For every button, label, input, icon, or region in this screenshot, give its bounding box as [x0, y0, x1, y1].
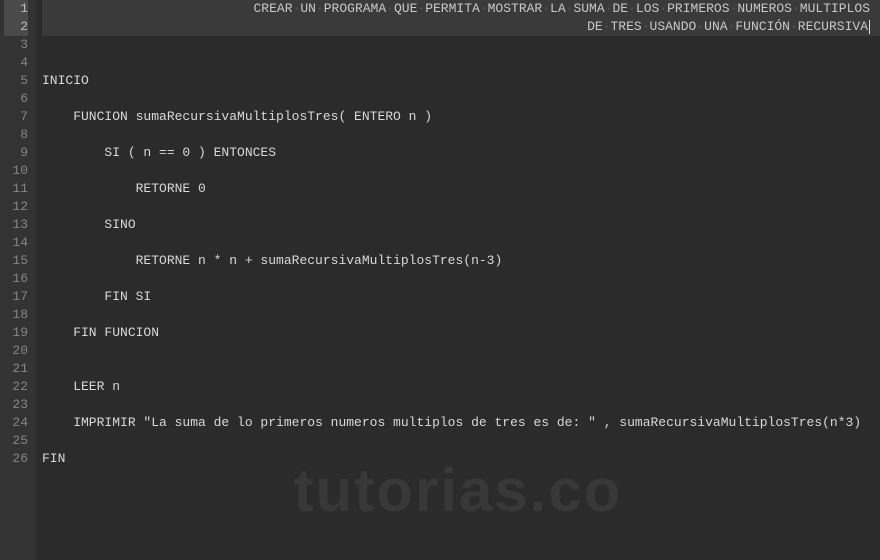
code-container: CREAR·UN·PROGRAMA·QUE·PERMITA·MOSTRAR·LA… — [42, 0, 880, 468]
code-line[interactable] — [42, 162, 880, 180]
code-line[interactable]: CREAR·UN·PROGRAMA·QUE·PERMITA·MOSTRAR·LA… — [42, 0, 880, 18]
line-number: 20 — [4, 342, 28, 360]
code-line[interactable] — [42, 306, 880, 324]
code-line[interactable]: FIN FUNCION — [42, 324, 880, 342]
line-number: 5 — [4, 72, 28, 90]
line-number: 18 — [4, 306, 28, 324]
line-number: 26 — [4, 450, 28, 468]
code-line[interactable]: DE·TRES·USANDO·UNA·FUNCIÓN·RECURSIVA — [42, 18, 880, 36]
line-number: 19 — [4, 324, 28, 342]
line-number: 21 — [4, 360, 28, 378]
line-number: 24 — [4, 414, 28, 432]
code-line[interactable]: RETORNE n * n + sumaRecursivaMultiplosTr… — [42, 252, 880, 270]
code-line[interactable]: FUNCION sumaRecursivaMultiplosTres( ENTE… — [42, 108, 880, 126]
line-number: 25 — [4, 432, 28, 450]
code-line[interactable] — [42, 36, 880, 54]
line-number: 14 — [4, 234, 28, 252]
code-line[interactable] — [42, 360, 880, 378]
code-line[interactable] — [42, 198, 880, 216]
code-line[interactable]: SINO — [42, 216, 880, 234]
code-line[interactable]: FIN SI — [42, 288, 880, 306]
line-number: 13 — [4, 216, 28, 234]
code-line[interactable] — [42, 342, 880, 360]
line-number: 23 — [4, 396, 28, 414]
text-caret — [869, 20, 870, 34]
code-line[interactable]: LEER n — [42, 378, 880, 396]
code-line[interactable] — [42, 54, 880, 72]
line-number: 8 — [4, 126, 28, 144]
line-number: 12 — [4, 198, 28, 216]
line-number: 3 — [4, 36, 28, 54]
code-line[interactable] — [42, 396, 880, 414]
line-number: 1 — [4, 0, 28, 18]
line-number: 22 — [4, 378, 28, 396]
code-line[interactable]: IMPRIMIR "La suma de lo primeros numeros… — [42, 414, 880, 432]
line-number: 11 — [4, 180, 28, 198]
line-number: 2 — [4, 18, 28, 36]
line-number: 16 — [4, 270, 28, 288]
code-editor[interactable]: 1234567891011121314151617181920212223242… — [0, 0, 880, 560]
code-line[interactable]: FIN — [42, 450, 880, 468]
line-number: 17 — [4, 288, 28, 306]
code-line[interactable]: SI ( n == 0 ) ENTONCES — [42, 144, 880, 162]
code-line[interactable]: RETORNE 0 — [42, 180, 880, 198]
code-line[interactable] — [42, 90, 880, 108]
code-line[interactable] — [42, 234, 880, 252]
code-area[interactable]: tutorias.co CREAR·UN·PROGRAMA·QUE·PERMIT… — [36, 0, 880, 560]
code-line[interactable] — [42, 432, 880, 450]
code-line[interactable] — [42, 126, 880, 144]
code-line[interactable] — [42, 270, 880, 288]
line-number: 4 — [4, 54, 28, 72]
line-number: 10 — [4, 162, 28, 180]
comment-text: DE·TRES·USANDO·UNA·FUNCIÓN·RECURSIVA — [587, 19, 868, 34]
comment-text: CREAR·UN·PROGRAMA·QUE·PERMITA·MOSTRAR·LA… — [253, 1, 870, 16]
line-number-gutter: 1234567891011121314151617181920212223242… — [0, 0, 36, 560]
code-line[interactable]: INICIO — [42, 72, 880, 90]
line-number: 9 — [4, 144, 28, 162]
line-number: 7 — [4, 108, 28, 126]
line-number: 15 — [4, 252, 28, 270]
line-number: 6 — [4, 90, 28, 108]
